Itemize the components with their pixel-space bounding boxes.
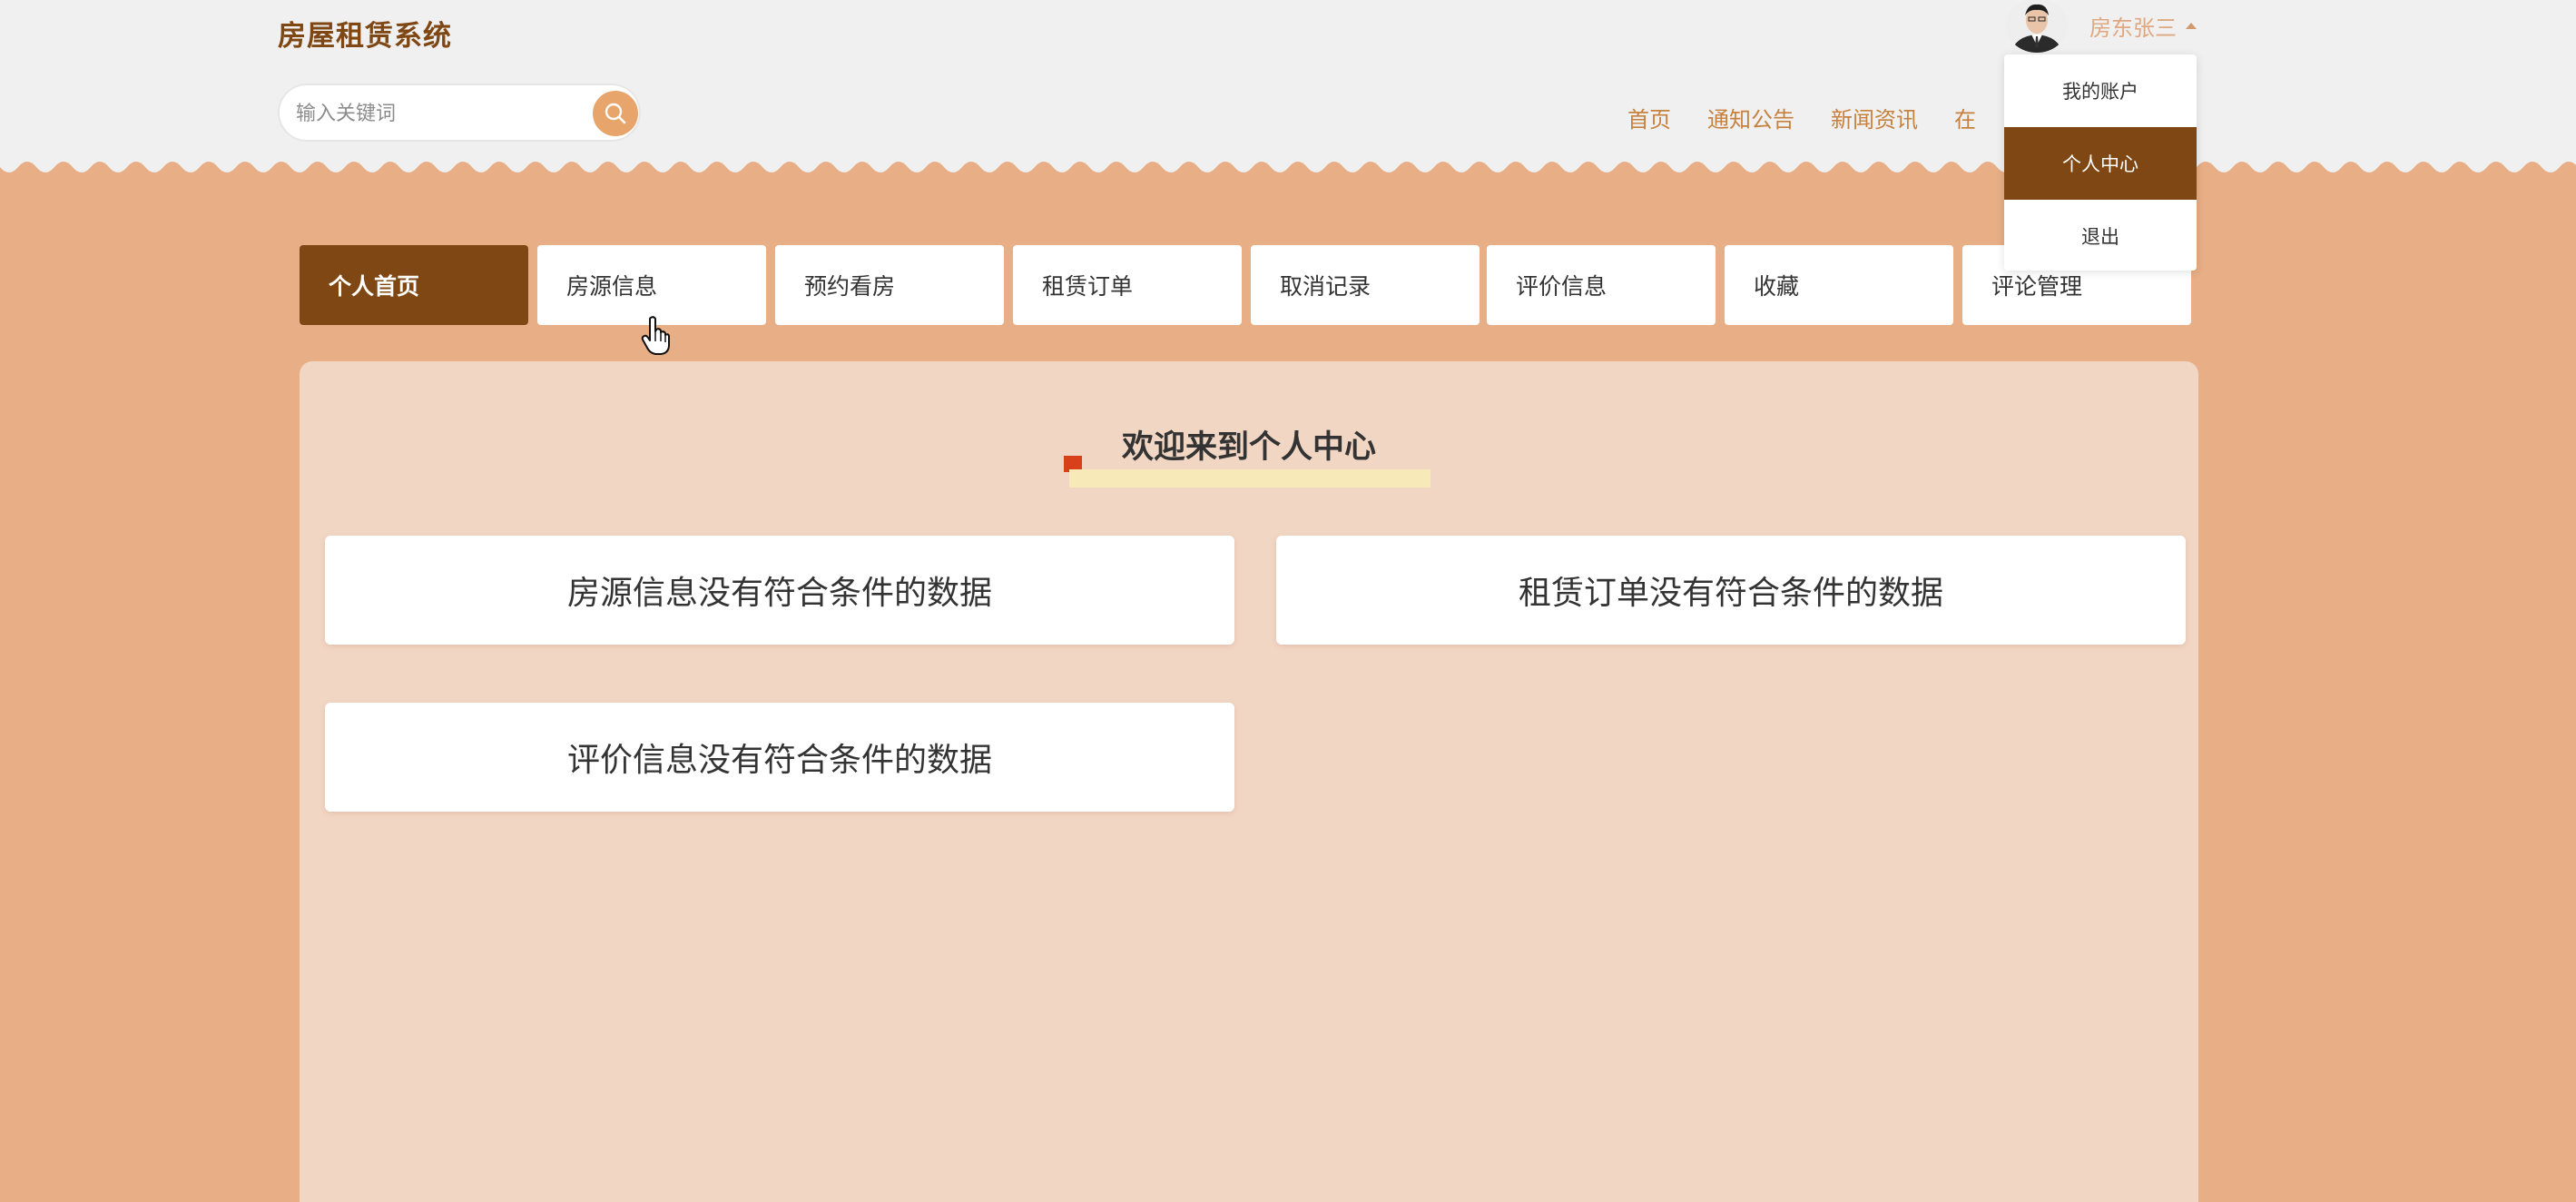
tab-reviews[interactable]: 评价信息 [1487, 245, 1716, 325]
tab-personal-home[interactable]: 个人首页 [300, 245, 528, 325]
tab-favorites[interactable]: 收藏 [1725, 245, 1953, 325]
search-button[interactable] [593, 91, 638, 136]
title-decoration-underline [1069, 469, 1431, 488]
search-icon [605, 103, 626, 124]
nav-item-home[interactable]: 首页 [1627, 102, 1671, 133]
card-orders-empty: 租赁订单没有符合条件的数据 [1276, 536, 2186, 645]
user-name[interactable]: 房东张三 [2089, 10, 2177, 42]
dropdown-item-my-account[interactable]: 我的账户 [2004, 54, 2197, 127]
avatar [2006, 0, 2068, 53]
caret-up-icon [2186, 22, 2197, 29]
card-listings-empty: 房源信息没有符合条件的数据 [325, 536, 1234, 645]
top-nav: 首页 通知公告 新闻资讯 在 [1627, 102, 2012, 133]
search-input[interactable] [296, 96, 568, 131]
search-box [278, 84, 641, 142]
tab-rental-orders[interactable]: 租赁订单 [1013, 245, 1242, 325]
dropdown-item-logout[interactable]: 退出 [2004, 200, 2197, 272]
tab-listings[interactable]: 房源信息 [537, 245, 766, 325]
user-menu[interactable]: 房东张三 [2006, 0, 2197, 53]
center-tabs: 个人首页 房源信息 预约看房 租赁订单 取消记录 评价信息 收藏 评论管理 [300, 245, 2191, 325]
dropdown-item-personal-center[interactable]: 个人中心 [2004, 127, 2197, 200]
nav-item-news[interactable]: 新闻资讯 [1831, 102, 1918, 133]
nav-item-notices[interactable]: 通知公告 [1707, 102, 1794, 133]
tab-viewing-appointments[interactable]: 预约看房 [775, 245, 1004, 325]
site-title[interactable]: 房屋租赁系统 [278, 13, 452, 54]
user-dropdown: 我的账户 个人中心 退出 [2004, 54, 2197, 271]
nav-item-online[interactable]: 在 [1954, 102, 1976, 133]
hand-cursor-icon [641, 316, 670, 355]
welcome-title: 欢迎来到个人中心 [1121, 429, 1376, 466]
tab-cancel-records[interactable]: 取消记录 [1251, 245, 1480, 325]
card-reviews-empty: 评价信息没有符合条件的数据 [325, 703, 1234, 812]
personal-center-panel: 欢迎来到个人中心 房源信息没有符合条件的数据 租赁订单没有符合条件的数据 评价信… [300, 361, 2198, 1202]
